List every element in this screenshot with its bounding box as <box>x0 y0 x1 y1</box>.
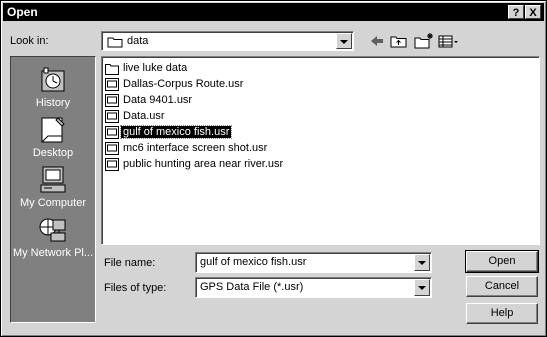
open-dialog: Open ? X Look in: data History Desktop M… <box>0 0 547 337</box>
new-folder-icon[interactable] <box>414 32 434 50</box>
place-history-label: History <box>35 97 71 109</box>
file-name-label: Data.usr <box>123 110 165 122</box>
place-my-computer[interactable]: My Computer <box>11 165 95 215</box>
up-folder-icon[interactable] <box>390 32 408 50</box>
window-title: Open <box>7 5 38 19</box>
place-network-label: My Network Pl... <box>12 247 94 259</box>
file-name-dropdown-button[interactable] <box>414 254 430 271</box>
file-type-value: GPS Data File (*.usr) <box>200 281 304 293</box>
file-name-value: gulf of mexico fish.usr <box>200 256 307 268</box>
back-arrow-icon[interactable] <box>369 32 385 50</box>
look-in-label: Look in: <box>10 35 49 47</box>
desktop-icon <box>41 117 65 143</box>
file-name-label: Dallas-Corpus Route.usr <box>123 78 244 90</box>
title-bar[interactable]: Open ? X <box>3 3 544 21</box>
look-in-value: data <box>127 35 149 47</box>
place-desktop[interactable]: Desktop <box>11 115 95 165</box>
history-icon <box>41 67 65 92</box>
folder-icon <box>105 64 119 75</box>
file-name-label: mc6 interface screen shot.usr <box>123 142 268 154</box>
close-button[interactable]: X <box>525 5 541 19</box>
file-type-dropdown-button[interactable] <box>414 279 430 296</box>
file-name-label: gulf of mexico fish.usr <box>119 125 233 139</box>
place-desktop-label: Desktop <box>32 147 74 159</box>
file-type-label: Files of type: <box>104 282 167 294</box>
data-file-icon <box>105 158 119 171</box>
file-name-label: public hunting area near river.usr <box>123 158 284 170</box>
file-name-label: live luke data <box>123 62 188 74</box>
data-file-icon <box>105 110 119 123</box>
help-button[interactable]: Help <box>466 303 538 324</box>
file-name-input[interactable]: gulf of mexico fish.usr <box>195 252 432 273</box>
file-type-dropdown[interactable]: GPS Data File (*.usr) <box>195 277 432 298</box>
my-computer-icon <box>40 166 66 193</box>
file-name-label: Data 9401.usr <box>123 94 193 106</box>
file-name-label: File name: <box>104 257 156 269</box>
cancel-button[interactable]: Cancel <box>466 276 538 297</box>
place-history[interactable]: History <box>11 65 95 115</box>
data-file-icon <box>105 94 119 107</box>
view-menu-icon[interactable] <box>438 32 460 50</box>
data-file-icon <box>105 126 119 139</box>
folder-icon <box>107 37 123 48</box>
place-network[interactable]: My Network Pl... <box>11 215 95 265</box>
look-in-dropdown-button[interactable] <box>336 33 352 49</box>
places-bar: History Desktop My Computer My Network P… <box>10 56 96 323</box>
network-places-icon <box>39 218 66 242</box>
help-title-button[interactable]: ? <box>508 5 524 19</box>
look-in-dropdown[interactable]: data <box>101 31 354 51</box>
file-list[interactable]: live luke data Dallas-Corpus Route.usr D… <box>101 56 540 245</box>
data-file-icon <box>105 78 119 91</box>
open-button[interactable]: Open <box>465 250 539 273</box>
data-file-icon <box>105 142 119 155</box>
place-my-computer-label: My Computer <box>19 197 87 209</box>
